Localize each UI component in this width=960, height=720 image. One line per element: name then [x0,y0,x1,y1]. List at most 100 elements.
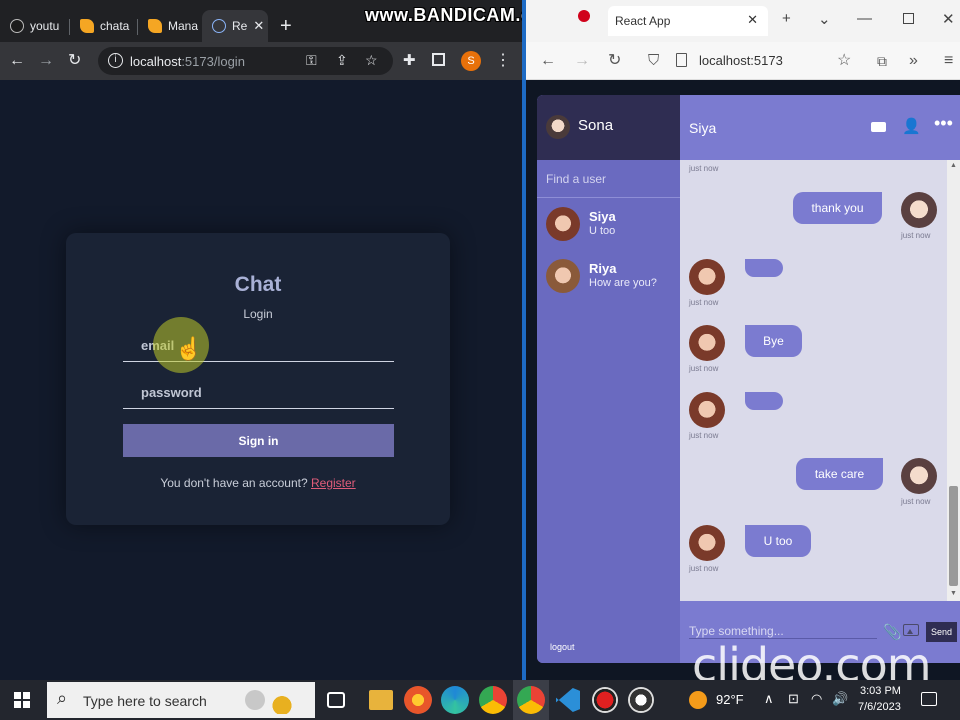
back-icon[interactable]: ← [9,51,25,71]
reload-icon[interactable]: ↻ [68,51,81,71]
tab-label: Re [232,19,248,33]
register-prompt-text: You don't have an account? [160,476,308,490]
info-icon[interactable]: i [108,53,123,68]
add-user-icon[interactable]: 👤 [902,119,921,135]
contact-last-message: U too [589,225,616,237]
scroll-thumb[interactable] [949,486,958,586]
firebase-icon [80,19,94,33]
wifi-icon[interactable]: ◠ [811,691,822,707]
firebase-icon [148,19,162,33]
bandicam-watermark: www.BANDICAM.com [365,5,522,25]
sidebar-header: Sona [537,95,680,160]
maximize-icon[interactable] [903,13,914,24]
logout-button[interactable]: logout [550,642,575,652]
current-user-name: Sona [578,117,614,134]
register-link[interactable]: Register [311,476,356,490]
chat-sidebar: Sona Siya U too Riya How are you? logout [537,95,680,663]
chrome-address-bar[interactable]: i localhost:5173/login ⚿ ⇪ ☆ [98,47,393,75]
shield-icon[interactable]: ⛉ [648,51,659,71]
chrome-tab-active[interactable]: Re ✕ [202,10,268,42]
clock-date[interactable]: 7/6/2023 [858,701,901,713]
close-tab-icon[interactable]: ✕ [747,12,758,28]
message-time: just now [689,564,719,573]
close-window-icon[interactable]: ✕ [942,10,955,28]
edge-tab[interactable]: React App ✕ [608,6,768,36]
sign-in-button[interactable]: Sign in [123,424,394,457]
chat-app: Sona Siya U too Riya How are you? logout… [537,95,960,663]
vscode-icon[interactable] [556,688,580,712]
task-view-icon[interactable] [327,692,345,708]
avatar [689,325,725,361]
back-icon[interactable]: ← [540,51,556,71]
image-upload-icon[interactable] [903,624,919,636]
edge-toolbar: ← → ↻ ⛉ localhost:5173 ☆ ⧉ » ≡ [526,42,960,80]
avatar [689,392,725,428]
forward-icon[interactable]: → [574,51,590,71]
side-panel-icon[interactable] [432,53,445,66]
extensions-icon[interactable]: ✚ [403,51,416,71]
find-user-input[interactable] [546,172,671,186]
message-time: just now [689,431,719,440]
taskbar-search[interactable]: ⌕ Type here to search [47,682,315,718]
contact-riya[interactable]: Riya How are you? [537,251,680,301]
message-bubble: U too [745,525,811,557]
chrome-tab-3[interactable]: Mana [138,10,202,42]
new-tab-icon[interactable]: + [782,10,791,27]
windows-start-icon[interactable] [14,692,30,708]
chrome-menu-icon[interactable]: ⋮ [495,51,511,71]
scroll-down-icon[interactable]: ▼ [950,590,957,597]
contact-siya[interactable]: Siya U too [537,199,680,249]
reload-icon[interactable]: ↻ [608,51,621,71]
login-card: Chat Login Sign in You don't have an acc… [66,233,450,525]
contact-last-message: How are you? [589,277,657,289]
password-field[interactable] [123,377,394,409]
video-call-icon[interactable] [871,122,886,132]
extensions-icon[interactable]: ⧉ [877,51,887,71]
media-player-icon[interactable] [628,687,654,713]
globe-icon [212,19,226,33]
message-bubble: take care [796,458,883,490]
chrome-tab-1[interactable]: youtu [0,10,70,42]
message-time: just now [689,164,719,173]
taskbar-search-text: Type here to search [83,693,207,709]
tray-app-icon[interactable]: ⊡ [788,691,799,707]
edge-url[interactable]: localhost:5173 [699,53,783,68]
hand-cursor-icon: ☝ [175,336,203,361]
scroll-up-icon[interactable]: ▲ [950,162,957,169]
message-input[interactable] [689,624,877,639]
edge-icon[interactable] [441,686,469,714]
more-options-icon[interactable]: ••• [934,114,953,132]
favorite-star-icon[interactable]: ☆ [837,51,851,71]
minimize-icon[interactable]: — [857,10,872,27]
send-button[interactable]: Send [926,622,957,642]
key-icon[interactable]: ⚿ [306,52,317,69]
avatar [901,192,937,228]
chrome-profile-icon[interactable] [517,686,545,714]
close-tab-icon[interactable]: ✕ [253,18,264,34]
avatar [546,259,580,293]
new-tab-icon[interactable]: + [280,16,292,36]
avatar [901,458,937,494]
medal-icon [269,686,295,714]
windows-taskbar: ⌕ Type here to search 92°F ∧ ⊡ ◠ 🔊 3:03 … [0,680,960,720]
chrome-tab-2[interactable]: chata [70,10,138,42]
edge-menu-icon[interactable]: ≡ [944,51,953,71]
edge-title-bar: React App ✕ + ⌄ — ✕ [526,0,960,42]
file-explorer-icon[interactable] [369,690,393,710]
notifications-icon[interactable] [921,692,937,706]
profile-avatar[interactable]: S [461,51,481,71]
more-tools-icon[interactable]: » [909,51,918,71]
volume-icon[interactable]: 🔊 [832,691,848,707]
tab-list-icon[interactable]: ⌄ [818,10,831,28]
chat-panel: Siya 👤 ••• just now just now thank you j… [680,95,960,663]
bookmark-star-icon[interactable]: ☆ [365,52,378,69]
chrome-icon[interactable] [479,686,507,714]
chat-partner-name: Siya [689,120,717,136]
share-icon[interactable]: ⇪ [336,52,348,69]
clock-time[interactable]: 3:03 PM [860,685,901,697]
forward-icon[interactable]: → [38,51,54,71]
tray-chevron-icon[interactable]: ∧ [764,691,774,707]
firefox-icon[interactable] [404,686,432,714]
messages-scrollbar[interactable]: ▲ ▼ [947,160,960,601]
record-icon[interactable] [592,687,618,713]
